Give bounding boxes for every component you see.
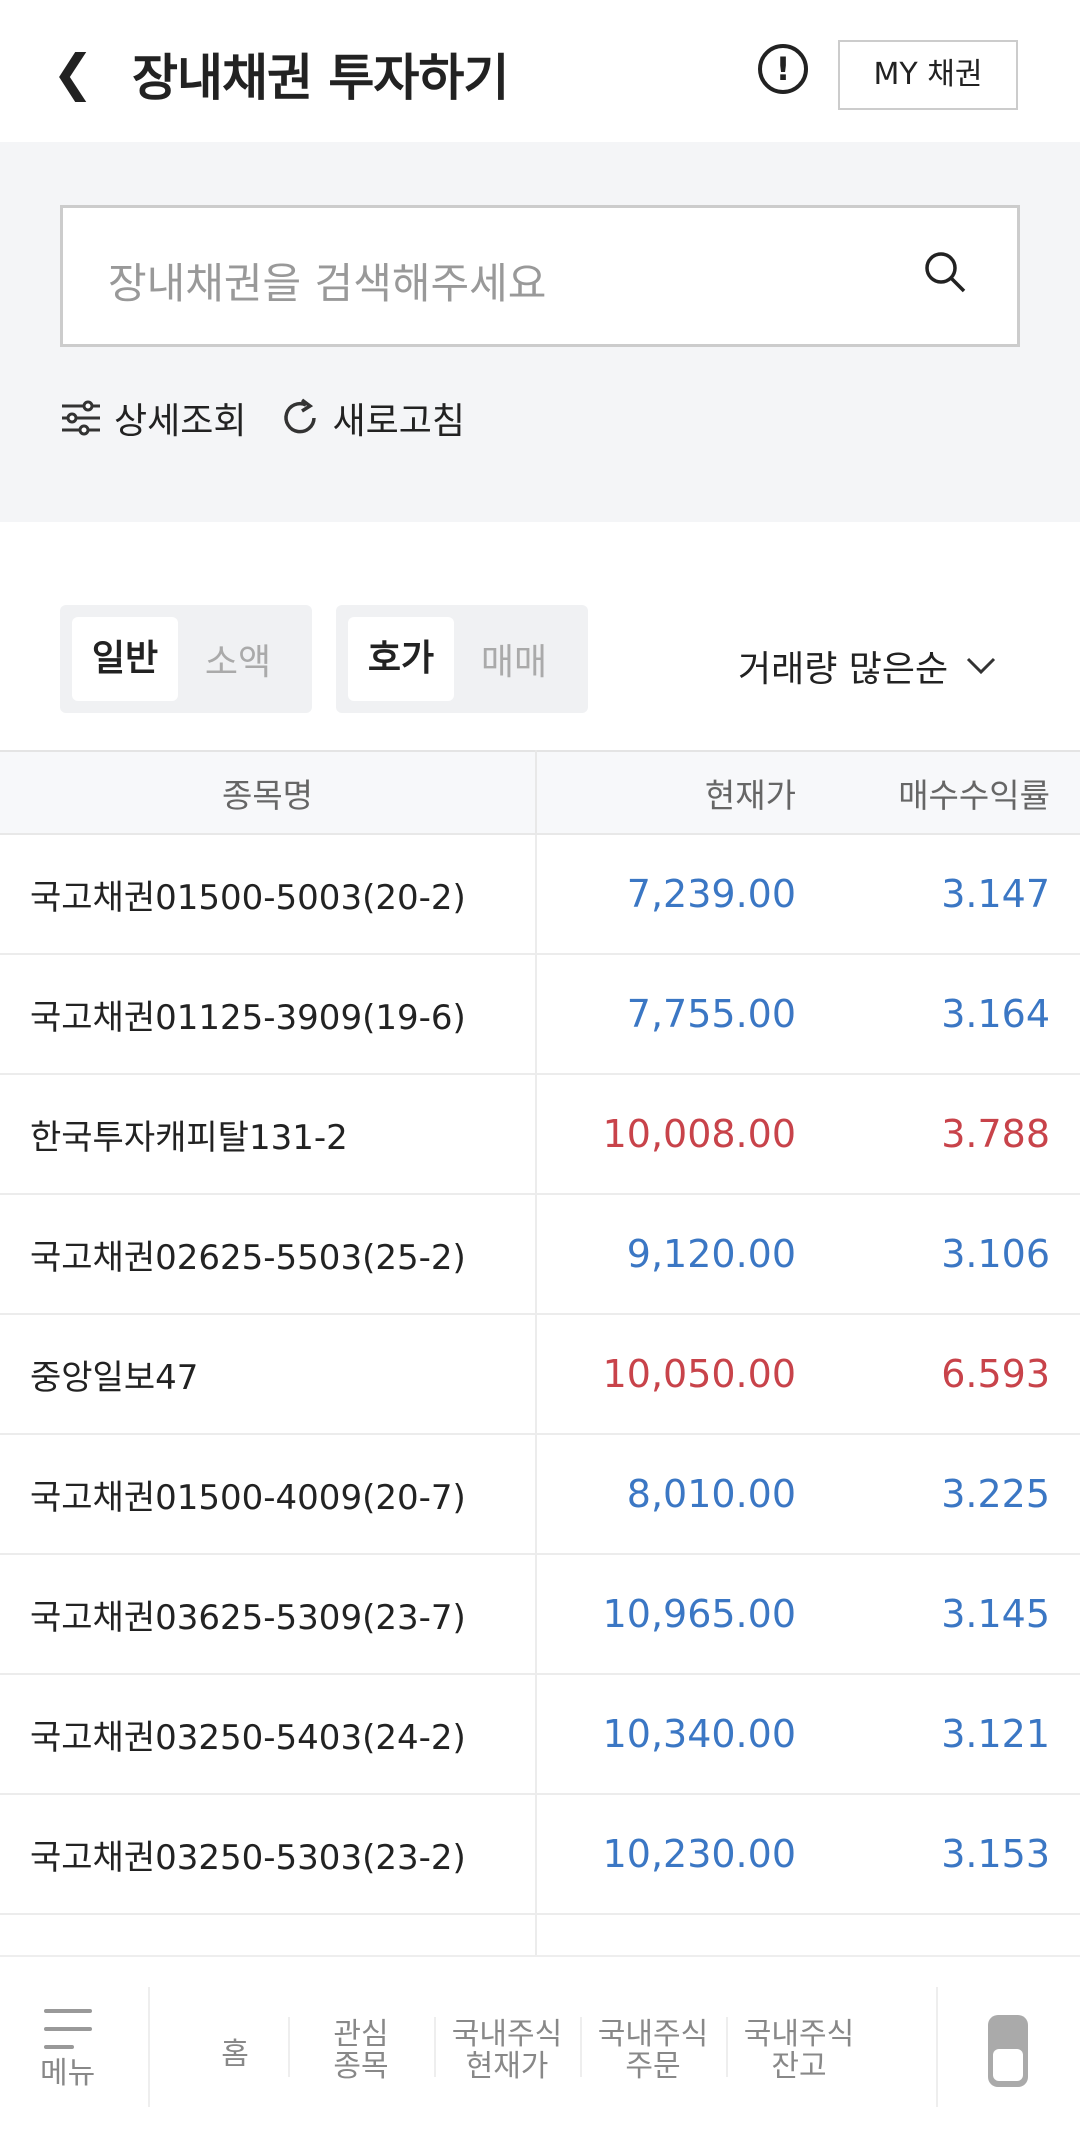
nav-item[interactable]: 홈 [170,2039,300,2071]
bond-yield: 3.153 [806,1794,1080,1914]
bond-price: 10,050.00 [536,1314,806,1434]
quote-toggle[interactable]: 호가 매매 [336,605,588,713]
toggle-trade[interactable]: 매매 [454,633,574,685]
bond-price: 10,965.00 [536,1554,806,1674]
table-row[interactable]: 국고채권03250-5303(23-2)10,230.003.153 [0,1794,1080,1914]
bond-name: 국고채권03250-5303(23-2) [0,1794,536,1914]
bond-name: 국고채권02625-5503(25-2) [0,1194,536,1314]
bond-name: 국고채권03250-5403(24-2) [0,1674,536,1794]
menu-button[interactable]: 메뉴 [40,2007,95,2090]
nav-item[interactable]: 국내주식 잔고 [734,2019,864,2083]
page-title: 장내채권 투자하기 [132,38,508,110]
bond-yield: 3.164 [806,954,1080,1074]
bond-price: 7,755.00 [536,954,806,1074]
bond-name: 국고채권01500-4009(20-7) [0,1434,536,1554]
toggle-small[interactable]: 소액 [178,633,298,685]
bond-price: 9,120.00 [536,1194,806,1314]
table-row[interactable]: 한국투자캐피탈131-210,008.003.788 [0,1074,1080,1194]
table-row[interactable]: 국고채권03250-5403(24-2)10,340.003.121 [0,1674,1080,1794]
table-row[interactable]: 중앙일보4710,050.006.593 [0,1314,1080,1434]
bond-yield: 3.145 [806,1554,1080,1674]
bond-price: 10,340.00 [536,1674,806,1794]
table-row[interactable]: 국고채권01125-3909(19-6)7,755.003.164 [0,954,1080,1074]
toggle-general[interactable]: 일반 [72,617,178,701]
col-yield: 매수수익률 [806,751,1080,834]
chevron-down-icon [966,657,996,675]
search-area: 장내채권을 검색해주세요 상세조회 새로고침 [0,142,1080,522]
toggle-quote[interactable]: 호가 [348,617,454,701]
table-row[interactable]: 국고채권02625-5503(25-2)9,120.003.106 [0,1194,1080,1314]
bond-name: 국고채권01125-3909(19-6) [0,954,536,1074]
type-toggle[interactable]: 일반 소액 [60,605,312,713]
info-icon[interactable]: ! [758,44,808,94]
bond-name: 국고채권03625-5309(23-7) [0,1554,536,1674]
search-icon[interactable] [923,250,967,294]
detail-search-label: 상세조회 [114,392,246,444]
nav-item[interactable]: 국내주식 현재가 [442,2019,572,2083]
refresh-label: 새로고침 [332,392,464,444]
bond-name: 국고채권01500-5003(20-2) [0,834,536,954]
sliders-icon [60,400,102,436]
bond-name: 중앙일보47 [0,1314,536,1434]
col-price: 현재가 [536,751,806,834]
nav-item[interactable]: 국내주식 주문 [588,2019,718,2083]
bond-price: 8,010.00 [536,1434,806,1554]
nav-item[interactable]: 관심 종목 [296,2019,426,2083]
bond-price: 7,239.00 [536,834,806,954]
refresh-button[interactable]: 새로고침 [280,392,464,444]
sort-label: 거래량 많은순 [738,640,948,692]
scroll-toggle-icon[interactable] [988,2015,1028,2087]
bond-yield: 6.593 [806,1314,1080,1434]
bond-yield: 3.788 [806,1074,1080,1194]
header: ❮ 장내채권 투자하기 ! MY 채권 [0,0,1080,142]
bond-yield: 3.106 [806,1194,1080,1314]
bond-name: 한국투자캐피탈131-2 [0,1074,536,1194]
sort-dropdown[interactable]: 거래량 많은순 [738,640,996,692]
table-row[interactable]: 국고채권03625-5309(23-7)10,965.003.145 [0,1554,1080,1674]
search-placeholder: 장내채권을 검색해주세요 [108,250,546,311]
refresh-icon [280,398,320,438]
detail-search-button[interactable]: 상세조회 [60,392,246,444]
bond-price: 10,230.00 [536,1794,806,1914]
search-input[interactable]: 장내채권을 검색해주세요 [60,205,1020,347]
menu-label: 메뉴 [40,2058,95,2090]
hamburger-icon [42,2007,94,2051]
col-name: 종목명 [0,751,536,834]
my-bonds-button[interactable]: MY 채권 [838,40,1018,110]
bond-yield: 3.121 [806,1674,1080,1794]
table-row[interactable]: 국고채권01500-4009(20-7)8,010.003.225 [0,1434,1080,1554]
back-icon[interactable]: ❮ [52,44,94,102]
bond-table: 종목명 현재가 매수수익률 국고채권01500-5003(20-2)7,239.… [0,750,1080,2035]
bottom-nav: 메뉴 홈관심 종목국내주식 현재가국내주식 주문국내주식 잔고 [0,1955,1080,2133]
table-row[interactable]: 국고채권01500-5003(20-2)7,239.003.147 [0,834,1080,954]
bond-yield: 3.225 [806,1434,1080,1554]
bond-price: 10,008.00 [536,1074,806,1194]
bond-yield: 3.147 [806,834,1080,954]
